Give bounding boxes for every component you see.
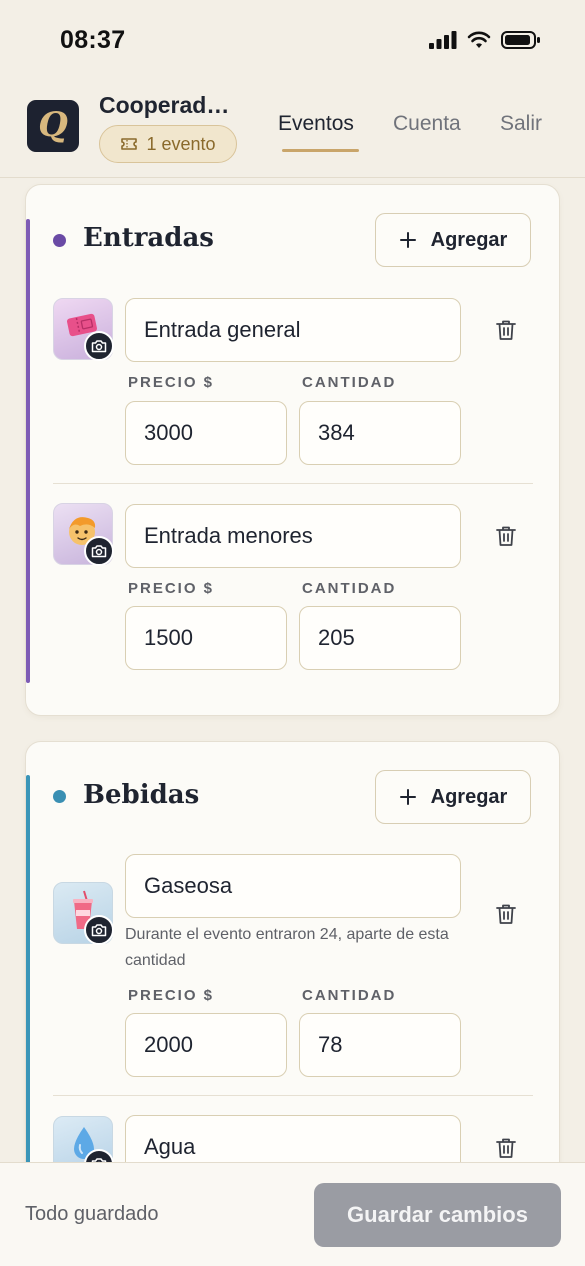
item-image[interactable] [53, 882, 114, 945]
section-dot [53, 790, 66, 803]
trash-icon[interactable] [494, 524, 518, 548]
status-bar: 08:37 [0, 0, 585, 80]
quantity-input[interactable]: 78 [299, 1013, 461, 1077]
price-label: PRECIO $ [128, 987, 215, 1004]
quantity-label: CANTIDAD [302, 987, 397, 1004]
add-item-button[interactable]: Agregar [375, 213, 531, 267]
quantity-label: CANTIDAD [302, 580, 397, 597]
plus-icon [399, 232, 416, 248]
trash-icon[interactable] [494, 902, 518, 926]
tab-salir[interactable]: Salir [500, 112, 542, 136]
camera-button[interactable] [84, 536, 114, 566]
item-name-input[interactable]: Gaseosa [125, 854, 461, 918]
org-name: Cooperad… [99, 92, 230, 118]
wifi-icon [467, 31, 491, 48]
section-dot [53, 234, 66, 247]
ticket-icon [121, 138, 138, 150]
add-item-button[interactable]: Agregar [375, 770, 531, 824]
add-button-label: Agregar [430, 228, 508, 251]
camera-button[interactable] [84, 331, 114, 361]
item-divider [53, 1095, 533, 1096]
section-title: Entradas [83, 223, 214, 253]
trash-icon[interactable] [494, 318, 518, 342]
item-image[interactable] [53, 503, 114, 566]
event-badge-label: 1 evento [146, 133, 216, 154]
app-logo[interactable]: Q [27, 100, 79, 152]
item-name-input[interactable]: Entrada menores [125, 504, 461, 568]
camera-icon [91, 340, 107, 353]
camera-icon [91, 545, 107, 558]
add-button-label: Agregar [430, 785, 508, 808]
battery-icon [501, 31, 540, 49]
app-header: Q Cooperad… 1 evento Eventos Cuenta Sali… [0, 80, 585, 178]
save-status-text: Todo guardado [25, 1203, 159, 1225]
camera-icon [91, 924, 107, 937]
quantity-label: CANTIDAD [302, 374, 397, 391]
active-tab-indicator [282, 149, 359, 152]
plus-icon [399, 789, 416, 805]
price-label: PRECIO $ [128, 374, 215, 391]
price-input[interactable]: 2000 [125, 1013, 287, 1077]
status-icons [429, 30, 541, 50]
section-title: Bebidas [83, 780, 200, 810]
signal-icon [429, 31, 457, 49]
bottom-save-bar: Todo guardado Guardar cambios [0, 1162, 585, 1266]
status-time: 08:37 [60, 26, 126, 54]
camera-button[interactable] [84, 915, 114, 945]
quantity-input[interactable]: 205 [299, 606, 461, 670]
price-input[interactable]: 1500 [125, 606, 287, 670]
section-card-entradas: Entradas Agregar Entrada general PRECIO … [25, 184, 560, 716]
item-name-input[interactable]: Entrada general [125, 298, 461, 362]
item-hint-text: Durante el evento entraron 24, aparte de… [125, 926, 449, 969]
section-accent-bar [26, 775, 30, 1175]
app-screen: 08:37 Q Cooperad… 1 evento Eventos Cuent… [0, 0, 585, 1266]
svg-text:Q: Q [38, 106, 68, 145]
logo-q-icon: Q [38, 106, 68, 145]
item-image[interactable] [53, 298, 114, 361]
tab-cuenta[interactable]: Cuenta [393, 112, 461, 136]
save-changes-button[interactable]: Guardar cambios [314, 1183, 561, 1247]
quantity-input[interactable]: 384 [299, 401, 461, 465]
price-label: PRECIO $ [128, 580, 215, 597]
tab-eventos[interactable]: Eventos [278, 112, 354, 136]
event-count-badge[interactable]: 1 evento [99, 125, 237, 163]
item-divider [53, 483, 533, 484]
section-accent-bar [26, 219, 30, 683]
trash-icon[interactable] [494, 1136, 518, 1160]
price-input[interactable]: 3000 [125, 401, 287, 465]
